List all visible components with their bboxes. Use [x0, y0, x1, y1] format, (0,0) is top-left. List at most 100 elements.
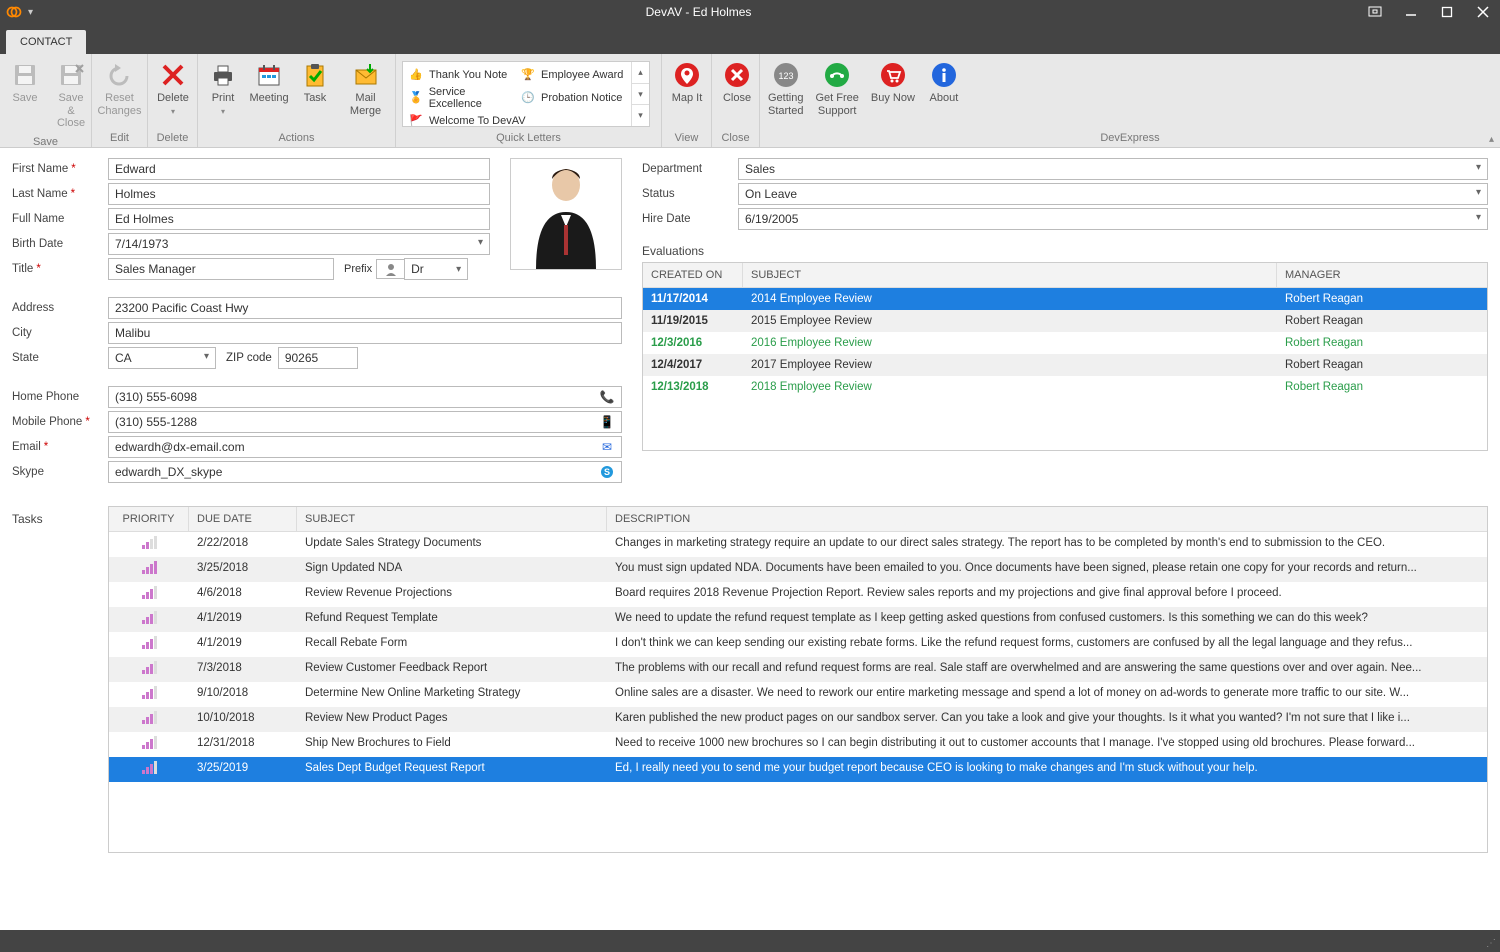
label-hire-date: Hire Date [642, 213, 738, 225]
undo-icon [106, 61, 134, 89]
trophy-icon: 🏆 [521, 68, 535, 82]
label-city: City [12, 327, 108, 339]
delete-icon [159, 61, 187, 89]
titlebar: ▾ DevAV - Ed Holmes [0, 0, 1500, 24]
skype-input[interactable]: edwardh_DX_skypeS [108, 461, 622, 483]
task-row[interactable]: 3/25/2018Sign Updated NDAYou must sign u… [109, 557, 1487, 582]
quick-letters-gallery[interactable]: 👍Thank You Note 🏆Employee Award 🏅Service… [402, 61, 650, 127]
reset-changes-button[interactable]: Reset Changes [94, 57, 145, 121]
phone-icon[interactable]: 📞 [599, 389, 615, 405]
task-row[interactable]: 4/1/2019Recall Rebate FormI don't think … [109, 632, 1487, 657]
medal-icon: 🏅 [409, 91, 423, 105]
map-it-button[interactable]: Map It [664, 57, 710, 109]
first-name-input[interactable]: Edward [108, 158, 490, 180]
eval-col-created[interactable]: CREATED ON [643, 263, 743, 287]
print-icon [209, 61, 237, 89]
task-button[interactable]: Task [292, 57, 338, 109]
mobile-phone-input[interactable]: (310) 555-1288📱 [108, 411, 622, 433]
ribbon-group-devexpress-label: DevExpress [762, 130, 1498, 147]
window-minimize-button[interactable] [1400, 3, 1422, 21]
window-title: DevAV - Ed Holmes [33, 5, 1364, 19]
resize-grip-icon[interactable]: ⋰ [1486, 938, 1496, 949]
label-birth-date: Birth Date [12, 238, 108, 250]
label-zip: ZIP code [226, 352, 272, 364]
svg-text:S: S [604, 467, 610, 477]
task-row[interactable]: 9/10/2018Determine New Online Marketing … [109, 682, 1487, 707]
gallery-down-button[interactable]: ▾ [632, 84, 649, 106]
tasks-col-priority[interactable]: PRIORITY [109, 507, 189, 531]
eval-col-manager[interactable]: MANAGER [1277, 263, 1487, 287]
gallery-expand-button[interactable]: ▾ [632, 105, 649, 126]
save-close-button[interactable]: Save & Close [48, 57, 94, 134]
eval-col-subject[interactable]: SUBJECT [743, 263, 1277, 287]
label-mobile-phone: Mobile Phone* [12, 416, 108, 428]
skype-icon[interactable]: S [599, 464, 615, 480]
eval-row[interactable]: 11/17/20142014 Employee ReviewRobert Rea… [643, 288, 1487, 310]
state-select[interactable]: CA [108, 347, 216, 369]
clock-icon: 🕒 [521, 91, 535, 105]
window-overlay-button[interactable] [1364, 3, 1386, 21]
tasks-table: PRIORITY DUE DATE SUBJECT DESCRIPTION 2/… [108, 506, 1488, 853]
ribbon-group-quickletters-label: Quick Letters [398, 130, 659, 147]
calendar-icon [255, 61, 283, 89]
about-button[interactable]: About [921, 57, 967, 109]
task-row[interactable]: 4/1/2019Refund Request TemplateWe need t… [109, 607, 1487, 632]
task-row[interactable]: 12/31/2018Ship New Brochures to FieldNee… [109, 732, 1487, 757]
mail-icon[interactable]: ✉ [599, 439, 615, 455]
status-select[interactable]: On Leave [738, 183, 1488, 205]
tasks-col-subject[interactable]: SUBJECT [297, 507, 607, 531]
getting-started-button[interactable]: 123Getting Started [762, 57, 809, 121]
mail-merge-button[interactable]: Mail Merge [338, 57, 393, 121]
email-input[interactable]: edwardh@dx-email.com✉ [108, 436, 622, 458]
tasks-col-due[interactable]: DUE DATE [189, 507, 297, 531]
evaluations-table: CREATED ON SUBJECT MANAGER 11/17/2014201… [642, 262, 1488, 451]
zip-input[interactable]: 90265 [278, 347, 358, 369]
get-free-support-button[interactable]: Get Free Support [809, 57, 864, 121]
title-input[interactable]: Sales Manager [108, 258, 334, 280]
full-name-input[interactable]: Ed Holmes [108, 208, 490, 230]
label-department: Department [642, 163, 738, 175]
last-name-input[interactable]: Holmes [108, 183, 490, 205]
ribbon-collapse-button[interactable]: ▴ [1489, 134, 1494, 145]
prefix-image [376, 259, 404, 279]
svg-text:123: 123 [778, 71, 793, 81]
meeting-button[interactable]: Meeting [246, 57, 292, 109]
task-row[interactable]: 10/10/2018Review New Product PagesKaren … [109, 707, 1487, 732]
label-status: Status [642, 188, 738, 200]
print-button[interactable]: Print▾ [200, 57, 246, 120]
label-state: State [12, 352, 108, 364]
birth-date-input[interactable]: 7/14/1973 [108, 233, 490, 255]
eval-row[interactable]: 12/4/20172017 Employee ReviewRobert Reag… [643, 354, 1487, 376]
mobile-icon[interactable]: 📱 [599, 414, 615, 430]
task-row[interactable]: 3/25/2019Sales Dept Budget Request Repor… [109, 757, 1487, 782]
task-row[interactable]: 2/22/2018Update Sales Strategy Documents… [109, 532, 1487, 557]
window-close-button[interactable] [1472, 3, 1494, 21]
cart-icon [879, 61, 907, 89]
city-input[interactable]: Malibu [108, 322, 622, 344]
prefix-select[interactable]: Dr [404, 258, 468, 280]
gallery-up-button[interactable]: ▴ [632, 62, 649, 84]
window-maximize-button[interactable] [1436, 3, 1458, 21]
address-input[interactable]: 23200 Pacific Coast Hwy [108, 297, 622, 319]
department-select[interactable]: Sales [738, 158, 1488, 180]
ribbon-group-edit-label: Edit [94, 130, 145, 147]
eval-row[interactable]: 12/3/20162016 Employee ReviewRobert Reag… [643, 332, 1487, 354]
tab-contact[interactable]: CONTACT [6, 30, 86, 54]
home-phone-input[interactable]: (310) 555-6098📞 [108, 386, 622, 408]
eval-row[interactable]: 12/13/20182018 Employee ReviewRobert Rea… [643, 376, 1487, 398]
delete-button[interactable]: Delete▾ [150, 57, 196, 120]
hire-date-input[interactable]: 6/19/2005 [738, 208, 1488, 230]
task-row[interactable]: 7/3/2018Review Customer Feedback ReportT… [109, 657, 1487, 682]
buy-now-button[interactable]: Buy Now [865, 57, 921, 109]
task-row[interactable]: 4/6/2018Review Revenue ProjectionsBoard … [109, 582, 1487, 607]
contact-photo [510, 158, 622, 270]
flag-icon: 🚩 [409, 114, 423, 126]
statusbar: ⋰ [0, 930, 1500, 952]
save-close-icon [57, 61, 85, 89]
label-skype: Skype [12, 466, 108, 478]
close-button[interactable]: Close [714, 57, 760, 109]
eval-row[interactable]: 11/19/20152015 Employee ReviewRobert Rea… [643, 310, 1487, 332]
tasks-col-desc[interactable]: DESCRIPTION [607, 507, 1487, 531]
save-button[interactable]: Save [2, 57, 48, 109]
label-tasks: Tasks [12, 506, 108, 853]
